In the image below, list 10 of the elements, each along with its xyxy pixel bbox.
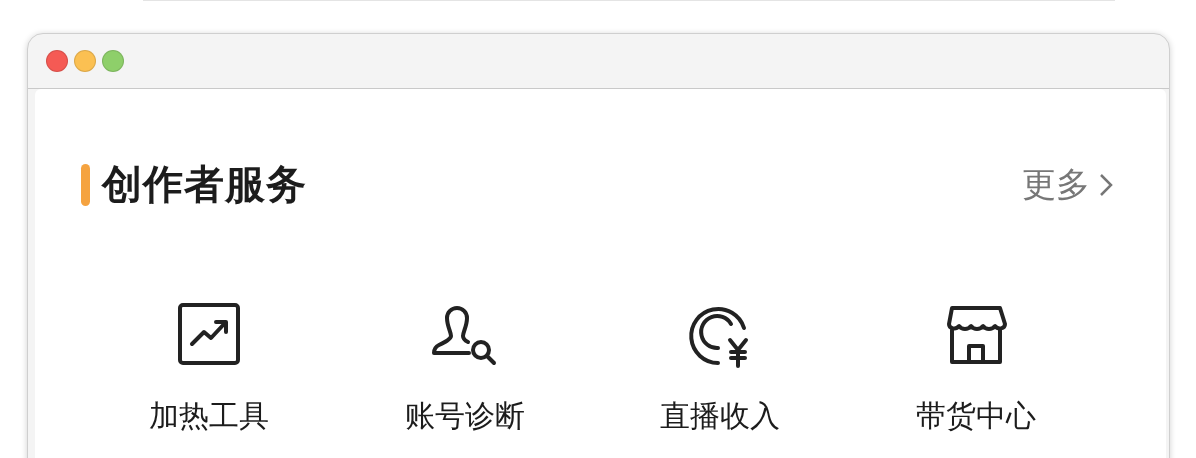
- section-title: 创作者服务: [102, 160, 307, 209]
- close-button[interactable]: [46, 50, 68, 72]
- maximize-button[interactable]: [102, 50, 124, 72]
- accent-bar: [81, 163, 90, 206]
- more-link[interactable]: 更多: [1022, 161, 1114, 208]
- minimize-button[interactable]: [74, 50, 96, 72]
- service-label[interactable]: 加热工具: [148, 396, 269, 437]
- service-label[interactable]: 账号诊断: [404, 396, 525, 437]
- service-label[interactable]: 直播收入: [660, 396, 781, 437]
- service-label[interactable]: 带货中心: [916, 396, 1037, 437]
